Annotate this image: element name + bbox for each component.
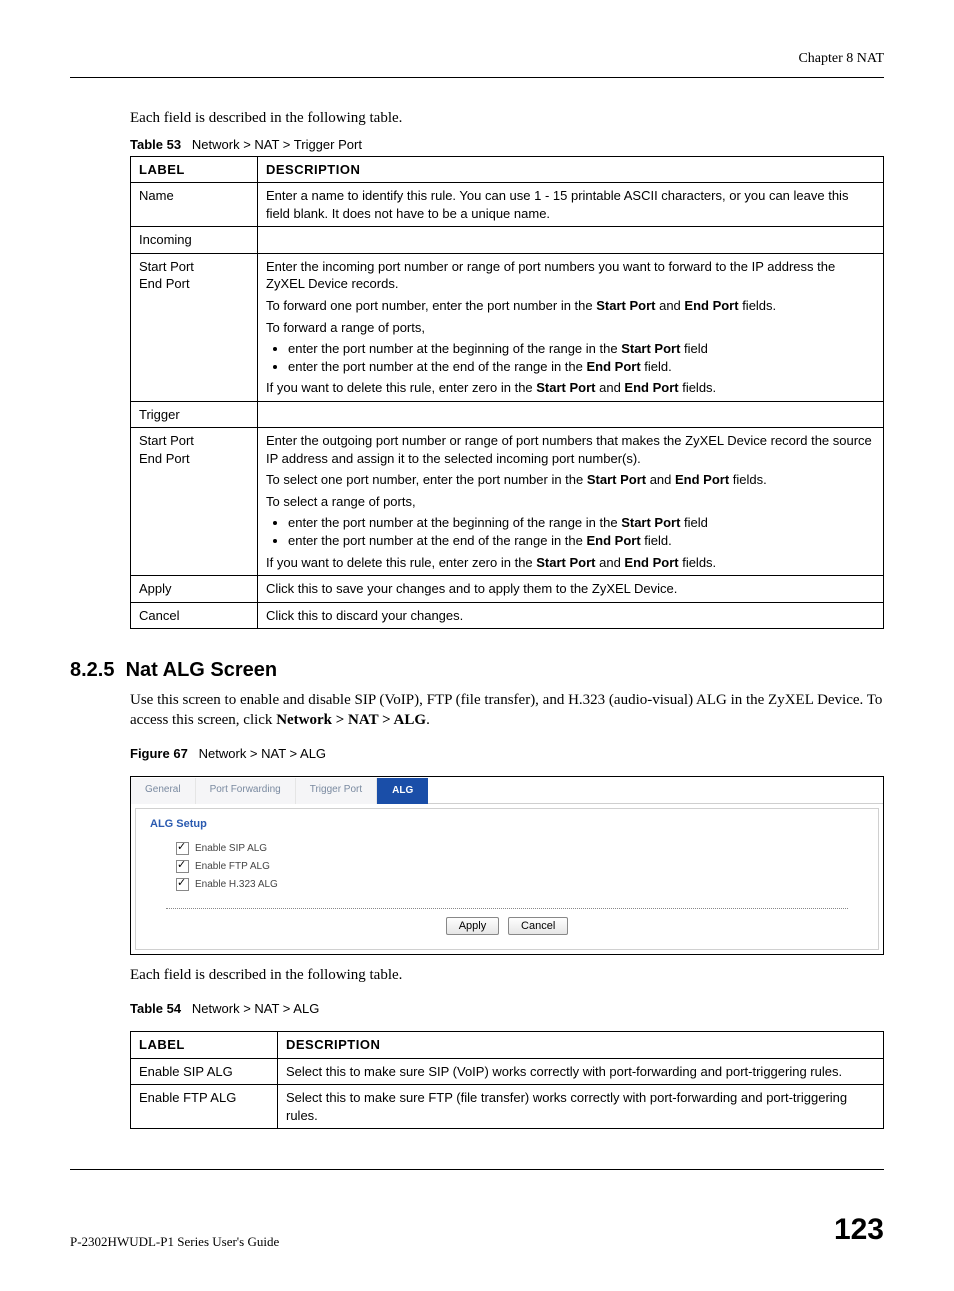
- cell-desc-para: Enter the outgoing port number or range …: [266, 432, 875, 467]
- cell-label: Start Port End Port: [131, 428, 258, 576]
- section-paragraph: Use this screen to enable and disable SI…: [130, 690, 884, 731]
- table53: LABEL DESCRIPTION Name Enter a name to i…: [130, 156, 884, 629]
- list-item: enter the port number at the beginning o…: [288, 514, 875, 532]
- cell-desc-para: Enter the incoming port number or range …: [266, 258, 875, 293]
- cell-label: Start Port End Port: [131, 253, 258, 401]
- page-footer: P-2302HWUDL-P1 Series User's Guide 123: [70, 1210, 884, 1251]
- alg-screenshot: General Port Forwarding Trigger Port ALG…: [130, 776, 884, 955]
- cell-desc: Enter the outgoing port number or range …: [258, 428, 884, 576]
- figure67-caption-prefix: Figure 67: [130, 746, 188, 761]
- cell-desc: Select this to make sure SIP (VoIP) work…: [278, 1058, 884, 1085]
- table-row: Apply Click this to save your changes an…: [131, 576, 884, 603]
- tab-general[interactable]: General: [131, 778, 196, 804]
- alg-panel: ALG Setup Enable SIP ALG Enable FTP ALG …: [135, 808, 879, 951]
- tab-alg[interactable]: ALG: [377, 778, 428, 804]
- cell-desc: [258, 227, 884, 254]
- header-rule: [70, 77, 884, 78]
- cell-label: Enable SIP ALG: [131, 1058, 278, 1085]
- footer-page-number: 123: [834, 1210, 884, 1251]
- tabs-row: General Port Forwarding Trigger Port ALG: [131, 777, 883, 804]
- table54-caption-text: Network > NAT > ALG: [192, 1001, 319, 1016]
- button-row: Apply Cancel: [136, 917, 878, 950]
- table-row: Start Port End Port Enter the incoming p…: [131, 253, 884, 401]
- cell-desc-para: To select a range of ports,: [266, 493, 875, 511]
- alg-option-label: Enable H.323 ALG: [195, 878, 278, 892]
- chapter-header: Chapter 8 NAT: [70, 50, 884, 69]
- table53-header-row: LABEL DESCRIPTION: [131, 156, 884, 183]
- cell-desc-para: If you want to delete this rule, enter z…: [266, 554, 875, 572]
- list-item: enter the port number at the beginning o…: [288, 340, 875, 358]
- table53-caption-text: Network > NAT > Trigger Port: [192, 137, 362, 152]
- cell-label-line1: Start Port: [139, 259, 194, 274]
- table-row: Name Enter a name to identify this rule.…: [131, 183, 884, 227]
- alg-option-label: Enable SIP ALG: [195, 842, 267, 856]
- alg-option-h323: Enable H.323 ALG: [176, 876, 858, 894]
- cell-label: Enable FTP ALG: [131, 1085, 278, 1129]
- cell-label: Cancel: [131, 602, 258, 629]
- cell-desc: [258, 401, 884, 428]
- checkbox-h323[interactable]: [176, 878, 189, 891]
- figure67-caption: Figure 67 Network > NAT > ALG: [130, 745, 884, 763]
- list-item: enter the port number at the end of the …: [288, 532, 875, 550]
- cell-desc: Enter a name to identify this rule. You …: [258, 183, 884, 227]
- table53-head-desc: DESCRIPTION: [258, 156, 884, 183]
- section-number: 8.2.5: [70, 659, 114, 681]
- table-row: Enable FTP ALG Select this to make sure …: [131, 1085, 884, 1129]
- alg-panel-title: ALG Setup: [136, 809, 878, 836]
- table53-caption: Table 53 Network > NAT > Trigger Port: [130, 136, 884, 154]
- cell-label: Apply: [131, 576, 258, 603]
- cell-desc-para: To forward one port number, enter the po…: [266, 297, 875, 315]
- tab-port-forwarding[interactable]: Port Forwarding: [196, 778, 296, 804]
- cell-label: Name: [131, 183, 258, 227]
- table-row: Enable SIP ALG Select this to make sure …: [131, 1058, 884, 1085]
- cell-desc-para: If you want to delete this rule, enter z…: [266, 379, 875, 397]
- cell-label-line2: End Port: [139, 276, 190, 291]
- alg-option-sip: Enable SIP ALG: [176, 840, 858, 858]
- cell-label: Incoming: [131, 227, 258, 254]
- apply-button[interactable]: Apply: [446, 917, 500, 936]
- cell-desc: Enter the incoming port number or range …: [258, 253, 884, 401]
- cell-desc-para: To forward a range of ports,: [266, 319, 875, 337]
- checkbox-ftp[interactable]: [176, 860, 189, 873]
- table54-caption-prefix: Table 54: [130, 1001, 181, 1016]
- cancel-button[interactable]: Cancel: [508, 917, 568, 936]
- cell-desc-para: To select one port number, enter the por…: [266, 471, 875, 489]
- table-row: Cancel Click this to discard your change…: [131, 602, 884, 629]
- table53-caption-prefix: Table 53: [130, 137, 181, 152]
- table-row: Incoming: [131, 227, 884, 254]
- alg-option-ftp: Enable FTP ALG: [176, 858, 858, 876]
- section-heading: 8.2.5 Nat ALG Screen: [70, 657, 884, 684]
- table54-caption: Table 54 Network > NAT > ALG: [130, 1000, 884, 1018]
- table-row: Trigger: [131, 401, 884, 428]
- intro-text-1: Each field is described in the following…: [130, 108, 884, 128]
- dotted-divider: [166, 908, 848, 909]
- cell-desc: Click this to save your changes and to a…: [258, 576, 884, 603]
- cell-desc: Click this to discard your changes.: [258, 602, 884, 629]
- cell-desc: Select this to make sure FTP (file trans…: [278, 1085, 884, 1129]
- alg-option-label: Enable FTP ALG: [195, 860, 270, 874]
- cell-label-line2: End Port: [139, 451, 190, 466]
- tab-trigger-port[interactable]: Trigger Port: [296, 778, 377, 804]
- table54-header-row: LABEL DESCRIPTION: [131, 1032, 884, 1059]
- footer-guide-title: P-2302HWUDL-P1 Series User's Guide: [70, 1233, 279, 1251]
- table54: LABEL DESCRIPTION Enable SIP ALG Select …: [130, 1031, 884, 1129]
- table54-head-desc: DESCRIPTION: [278, 1032, 884, 1059]
- table53-head-label: LABEL: [131, 156, 258, 183]
- cell-label: Trigger: [131, 401, 258, 428]
- cell-desc-list: enter the port number at the beginning o…: [266, 340, 875, 375]
- intro-text-2: Each field is described in the following…: [130, 965, 884, 985]
- alg-options: Enable SIP ALG Enable FTP ALG Enable H.3…: [136, 836, 878, 906]
- cell-label-line1: Start Port: [139, 433, 194, 448]
- figure67-caption-text: Network > NAT > ALG: [199, 746, 326, 761]
- table-row: Start Port End Port Enter the outgoing p…: [131, 428, 884, 576]
- table54-head-label: LABEL: [131, 1032, 278, 1059]
- list-item: enter the port number at the end of the …: [288, 358, 875, 376]
- section-title: Nat ALG Screen: [126, 659, 278, 681]
- cell-desc-list: enter the port number at the beginning o…: [266, 514, 875, 549]
- checkbox-sip[interactable]: [176, 842, 189, 855]
- footer-rule: [70, 1169, 884, 1170]
